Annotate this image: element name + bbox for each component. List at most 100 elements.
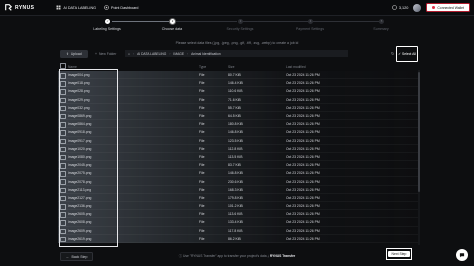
chat-button[interactable] — [456, 249, 468, 261]
file-type: File — [199, 179, 205, 184]
rynus-transfer-link[interactable]: RYNUS Transfer — [270, 254, 295, 258]
file-modified: Oct 23 2024 11:26 PM — [286, 187, 320, 192]
wallet-label: Connected Wallet — [437, 5, 464, 10]
file-modified: Oct 23 2024 11:26 PM — [286, 130, 320, 135]
avatar[interactable] — [413, 3, 422, 12]
file-modified: Oct 23 2024 11:26 PM — [286, 122, 320, 127]
file-size: 64.5 KiB — [228, 114, 241, 119]
file-size: 110.6 KiB — [228, 89, 243, 94]
brand-name: RYNUS — [15, 4, 35, 11]
wallet-status-icon — [432, 6, 436, 10]
file-type: File — [199, 187, 205, 192]
download-icon: ⤓ — [267, 254, 269, 258]
breadcrumb: ⌂ › AI DATA LABELING › IMAGE › Animal Id… — [125, 50, 348, 57]
file-type: File — [199, 204, 205, 209]
file-size: 55.7 KiB — [228, 105, 241, 110]
file-modified: Oct 23 2024 11:26 PM — [286, 89, 320, 94]
file-modified: Oct 23 2024 11:26 PM — [286, 73, 320, 78]
file-size: 71.6 KiB — [228, 97, 241, 102]
file-modified: Oct 23 2024 11:26 PM — [286, 138, 320, 143]
file-size: 146.8 KiB — [228, 171, 243, 176]
file-modified: Oct 23 2024 11:26 PM — [286, 179, 320, 184]
check-icon: ✓ — [398, 52, 401, 56]
new-folder-label: New Folder — [98, 51, 117, 56]
file-modified: Oct 23 2024 11:26 PM — [286, 220, 320, 225]
file-type: File — [199, 97, 205, 102]
step-3-node: 3 — [238, 19, 243, 24]
step-5-node: 5 — [379, 19, 384, 24]
file-size: 180.8 KiB — [228, 122, 243, 127]
file-modified: Oct 23 2024 11:26 PM — [286, 81, 320, 86]
file-modified: Oct 23 2024 11:26 PM — [286, 171, 320, 176]
column-last-modified[interactable]: Last modified — [286, 65, 306, 69]
next-step-button-frame[interactable]: Next Step — [386, 248, 412, 260]
breadcrumb-item[interactable]: AI DATA LABELING — [137, 52, 166, 56]
file-modified: Oct 23 2024 11:26 PM — [286, 154, 320, 159]
file-type: File — [199, 228, 205, 233]
file-type: File — [199, 122, 205, 127]
file-type: File — [199, 146, 205, 151]
points-value: 3,120 — [398, 5, 409, 10]
step-1-node: ✓ — [105, 19, 110, 24]
coin-icon — [392, 4, 397, 11]
select-all-button[interactable]: ✓ Select All — [396, 46, 418, 62]
column-name[interactable]: Name — [68, 65, 77, 69]
nav-point-dashboard[interactable]: Point Dashboard — [104, 5, 138, 10]
file-type: File — [199, 138, 205, 143]
step-label-summary: Summary — [373, 27, 389, 31]
file-modified: Oct 23 2024 11:26 PM — [286, 163, 320, 168]
file-modified: Oct 23 2024 11:26 PM — [286, 236, 320, 241]
connected-wallet-button[interactable]: Connected Wallet — [426, 3, 470, 13]
column-size[interactable]: Size — [228, 65, 234, 69]
upload-icon: ⇪ — [66, 51, 69, 56]
file-type: File — [199, 220, 205, 225]
file-toolbar: ⇪ Upload + New Folder ⌂ › AI DATA LABELI… — [58, 46, 418, 62]
brand-logo[interactable]: RYNUS — [5, 4, 34, 11]
upload-button[interactable]: ⇪ Upload — [60, 50, 88, 58]
file-modified: Oct 23 2024 11:26 PM — [286, 228, 320, 233]
file-size: 83.7 KiB — [228, 163, 241, 168]
plus-icon: + — [95, 51, 97, 56]
next-step-button[interactable]: Next Step — [387, 250, 411, 258]
file-type: File — [199, 154, 205, 159]
transfer-note-text: Use "RYNUS Transfer" app to transfer you… — [183, 254, 267, 258]
step-2-node: 2 — [170, 19, 175, 24]
file-size: 133.4 KiB — [228, 220, 243, 225]
file-type: File — [199, 171, 205, 176]
file-modified: Oct 23 2024 11:26 PM — [286, 195, 320, 200]
file-modified: Oct 23 2024 11:26 PM — [286, 97, 320, 102]
file-type: File — [199, 163, 205, 168]
file-type: File — [199, 212, 205, 217]
scrollbar-thumb[interactable] — [418, 72, 420, 192]
top-bar: RYNUS AI DATA LABELING Point Dashboard 3… — [0, 0, 474, 16]
grid-icon — [56, 5, 61, 10]
breadcrumb-item[interactable]: IMAGE — [173, 52, 184, 56]
nav-label: AI DATA LABELING — [63, 5, 96, 10]
chat-icon — [459, 253, 465, 258]
upload-label: Upload — [70, 51, 82, 56]
step-connector — [175, 21, 237, 22]
points-balance: 3,120 — [392, 4, 409, 11]
progress-stepper: ✓ 2 3 4 5 Labeling Settings Choose data … — [0, 17, 474, 35]
scrollbar[interactable] — [418, 70, 420, 245]
point-icon — [104, 5, 109, 10]
new-folder-button[interactable]: + New Folder — [90, 50, 121, 58]
breadcrumb-separator: › — [169, 51, 171, 56]
file-modified: Oct 23 2024 11:26 PM — [286, 105, 320, 110]
file-modified: Oct 23 2024 11:26 PM — [286, 204, 320, 209]
step-connector — [313, 21, 379, 22]
nav-label: Point Dashboard — [110, 5, 139, 10]
step-label-payment-settings: Payment Settings — [295, 27, 325, 31]
file-modified: Oct 23 2024 11:26 PM — [286, 212, 320, 217]
breadcrumb-item[interactable]: Animal Identification — [191, 52, 221, 56]
file-size: 86.2 KiB — [228, 236, 241, 241]
footer-bar: ← Back Step ⓘ Use "RYNUS Transfer" app t… — [0, 247, 474, 266]
nav-ai-data-labeling[interactable]: AI DATA LABELING — [56, 5, 96, 10]
home-icon[interactable]: ⌂ — [128, 52, 130, 56]
logo-icon — [5, 4, 12, 11]
file-size: 146.4 KiB — [228, 81, 243, 86]
step-4-node: 4 — [308, 19, 313, 24]
file-type: File — [199, 73, 205, 78]
file-type: File — [199, 195, 205, 200]
column-type[interactable]: Type — [199, 65, 206, 69]
